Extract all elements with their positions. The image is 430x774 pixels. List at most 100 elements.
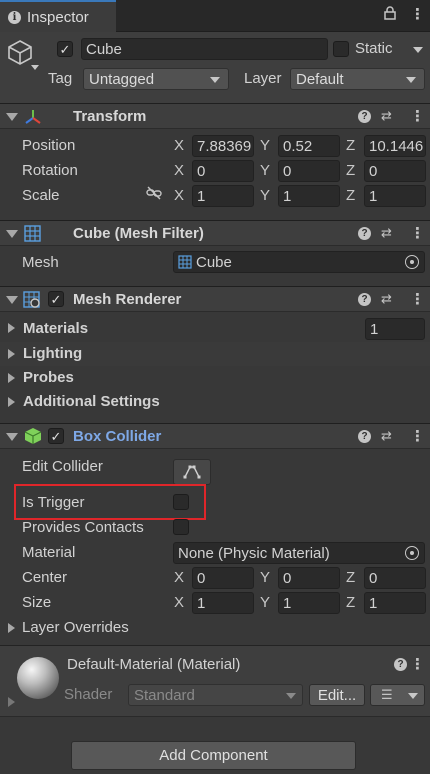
box-collider-title: Box Collider [73,428,162,445]
transform-header[interactable]: Transform ? ⇄ ⋮ [0,103,430,129]
scale-label: Scale [22,187,60,204]
add-component-button[interactable]: Add Component [71,741,356,770]
center-x-field[interactable]: 0 [192,567,254,589]
rotation-x-field[interactable]: 0 [192,160,254,182]
mesh-filter-icon [24,225,41,246]
foldout-expanded-icon[interactable] [6,296,18,304]
box-collider-enabled-checkbox[interactable]: ✓ [48,428,64,444]
presets-icon[interactable]: ⇄ [381,291,392,307]
gameobject-cube-icon[interactable] [6,38,34,70]
help-icon[interactable]: ? [358,430,371,443]
foldout-collapsed-icon[interactable] [8,697,15,707]
foldout-collapsed-icon[interactable] [8,349,15,359]
help-icon[interactable]: ? [358,293,371,306]
component-menu-icon[interactable]: ⋮ [410,427,425,445]
layer-overrides-foldout[interactable]: Layer Overrides [22,619,129,636]
object-picker-icon[interactable] [405,546,419,560]
axis-y-label: Y [260,137,271,154]
lighting-foldout[interactable]: Lighting [0,342,430,366]
axis-y-label: Y [260,594,271,611]
tab-inspector[interactable]: i Inspector [0,0,116,32]
is-trigger-checkbox[interactable] [173,494,189,510]
foldout-collapsed-icon[interactable] [8,323,15,333]
shader-value: Standard [134,686,195,704]
foldout-expanded-icon[interactable] [6,113,18,121]
mesh-renderer-header[interactable]: ✓ Mesh Renderer ? ⇄ ⋮ [0,286,430,312]
center-label: Center [22,569,68,586]
foldout-collapsed-icon[interactable] [8,397,15,407]
scale-y-field[interactable]: 1 [278,185,340,207]
scale-z-field[interactable]: 1 [364,185,426,207]
component-menu-icon[interactable]: ⋮ [410,224,425,242]
tag-dropdown[interactable]: Untagged [83,68,229,90]
shader-options-button[interactable]: ☰ [370,684,425,706]
help-icon[interactable]: ? [394,658,407,671]
size-x-field[interactable]: 1 [192,592,254,614]
layer-value: Default [296,70,344,88]
foldout-expanded-icon[interactable] [6,230,18,238]
size-y-field[interactable]: 1 [278,592,340,614]
rotation-z-field[interactable]: 0 [364,160,426,182]
material-header: Default-Material (Material) ? ⋮ Shader S… [0,646,430,716]
transform-title: Transform [73,108,147,125]
static-checkbox[interactable] [333,41,349,57]
axis-x-label: X [174,594,185,611]
mesh-filter-header[interactable]: Cube (Mesh Filter) ? ⇄ ⋮ [0,220,430,246]
lock-icon[interactable] [384,6,396,23]
edit-collider-button[interactable] [173,459,211,485]
component-menu-icon[interactable]: ⋮ [410,290,425,308]
edit-shape-icon [183,465,201,479]
component-menu-icon[interactable]: ⋮ [410,655,425,673]
foldout-collapsed-icon[interactable] [8,623,15,633]
active-checkbox[interactable]: ✓ [57,41,73,57]
layer-label: Layer [244,70,282,87]
chevron-down-icon [408,693,418,699]
is-trigger-label: Is Trigger [22,494,85,511]
object-header: ✓ Cube Static Tag Untagged Layer Default [0,32,430,104]
object-picker-icon[interactable] [405,255,419,269]
presets-icon[interactable]: ⇄ [381,225,392,241]
axis-x-label: X [174,569,185,586]
tab-menu-icon[interactable]: ⋮ [410,5,425,23]
presets-icon[interactable]: ⇄ [381,108,392,124]
additional-settings-foldout[interactable]: Additional Settings [23,393,160,410]
axis-x-label: X [174,137,185,154]
mesh-icon [178,255,192,269]
size-z-field[interactable]: 1 [364,592,426,614]
icon-dropdown-arrow[interactable] [31,65,39,70]
center-z-field[interactable]: 0 [364,567,426,589]
presets-icon[interactable]: ⇄ [381,428,392,444]
mesh-renderer-enabled-checkbox[interactable]: ✓ [48,291,64,307]
axis-z-label: Z [346,569,356,586]
box-collider-header[interactable]: ✓ Box Collider ? ⇄ ⋮ [0,423,430,449]
position-y-field[interactable]: 0.52 [278,135,340,157]
scale-x-field[interactable]: 1 [192,185,254,207]
help-icon[interactable]: ? [358,110,371,123]
axis-z-label: Z [346,594,356,611]
help-icon[interactable]: ? [358,227,371,240]
object-name-input[interactable]: Cube [81,38,328,60]
probes-foldout[interactable]: Probes [23,369,74,386]
rotation-y-field[interactable]: 0 [278,160,340,182]
provides-contacts-checkbox[interactable] [173,519,189,535]
component-menu-icon[interactable]: ⋮ [410,107,425,125]
tag-value: Untagged [89,70,155,88]
axis-z-label: Z [346,162,356,179]
foldout-collapsed-icon[interactable] [8,373,15,383]
chevron-down-icon [210,77,220,83]
link-scale-icon[interactable] [146,186,162,204]
foldout-expanded-icon[interactable] [6,433,18,441]
lighting-label: Lighting [23,345,83,362]
tag-label: Tag [48,70,73,87]
static-dropdown-icon[interactable] [413,47,423,53]
physic-material-field[interactable]: None (Physic Material) [173,542,425,564]
materials-count-field[interactable]: 1 [365,318,425,340]
position-z-field[interactable]: 10.1446 [364,135,426,157]
mesh-object-field[interactable]: Cube [173,251,425,273]
materials-foldout[interactable]: Materials [23,320,88,337]
position-x-field[interactable]: 7.88369 [192,135,254,157]
layer-dropdown[interactable]: Default [290,68,425,90]
center-y-field[interactable]: 0 [278,567,340,589]
shader-dropdown[interactable]: Standard [128,684,303,706]
edit-shader-button[interactable]: Edit... [309,684,365,706]
